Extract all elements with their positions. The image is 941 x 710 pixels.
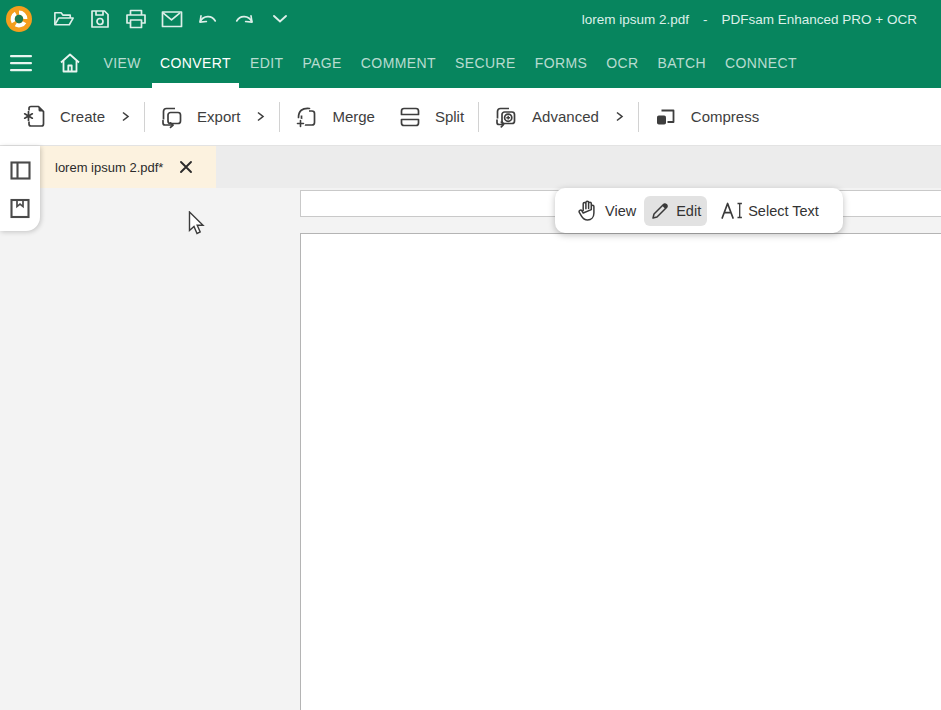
- menu-item-page[interactable]: PAGE: [294, 38, 349, 88]
- mail-icon[interactable]: [160, 5, 184, 33]
- export-button[interactable]: Export: [159, 104, 265, 130]
- view-mode-button[interactable]: View: [571, 194, 642, 227]
- advanced-label: Advanced: [532, 108, 599, 125]
- title-separator: -: [703, 12, 708, 27]
- menu-items: VIEW CONVERT EDIT PAGE COMMENT SECURE FO…: [94, 38, 807, 88]
- create-submenu-chevron-icon: [121, 110, 130, 123]
- bookmark-icon[interactable]: [9, 197, 31, 219]
- document-title: lorem ipsum 2.pdf: [582, 12, 689, 27]
- advanced-icon: [493, 104, 520, 130]
- print-icon[interactable]: [124, 5, 148, 33]
- advanced-submenu-chevron-icon: [615, 110, 624, 123]
- viewer-mode-toolbar: View Edit Select Text: [555, 188, 843, 233]
- panels-icon[interactable]: [9, 160, 31, 182]
- app-name: PDFsam Enhanced PRO + OCR: [722, 12, 917, 27]
- menu-item-convert[interactable]: CONVERT: [152, 38, 239, 88]
- compress-icon: [653, 104, 679, 130]
- export-label: Export: [197, 108, 240, 125]
- undo-icon[interactable]: [196, 5, 220, 33]
- action-toolbar: Create Export Merge Split: [0, 88, 941, 146]
- open-folder-icon[interactable]: [52, 5, 76, 33]
- select-text-label: Select Text: [748, 203, 819, 219]
- save-icon[interactable]: [88, 5, 112, 33]
- menu-item-edit[interactable]: EDIT: [242, 38, 292, 88]
- toolbar-separator: [478, 102, 479, 132]
- toolbar-separator: [638, 102, 639, 132]
- document-tab[interactable]: lorem ipsum 2.pdf*: [38, 146, 216, 188]
- menu-item-forms[interactable]: FORMS: [527, 38, 596, 88]
- edit-mode-label: Edit: [676, 203, 701, 219]
- hamburger-menu-icon[interactable]: [5, 38, 37, 88]
- toolbar-separator: [279, 102, 280, 132]
- menu-item-comment[interactable]: COMMENT: [353, 38, 444, 88]
- select-text-icon: [721, 202, 744, 219]
- create-label: Create: [60, 108, 105, 125]
- menu-item-connect[interactable]: CONNECT: [717, 38, 805, 88]
- document-tab-bar: lorem ipsum 2.pdf*: [0, 146, 941, 188]
- chevron-down-icon[interactable]: [268, 5, 292, 33]
- main-area: View Edit Select Text: [0, 188, 941, 710]
- export-icon: [159, 104, 185, 130]
- menu-item-ocr[interactable]: OCR: [598, 38, 646, 88]
- pdfsam-logo: [5, 5, 33, 33]
- window-title: lorem ipsum 2.pdf - PDFsam Enhanced PRO …: [582, 0, 917, 38]
- merge-icon: [294, 104, 320, 130]
- home-icon[interactable]: [54, 38, 86, 88]
- side-panel: [0, 146, 40, 231]
- tab-title: lorem ipsum 2.pdf*: [55, 160, 163, 175]
- hand-icon: [577, 199, 598, 222]
- compress-button[interactable]: Compress: [653, 104, 759, 130]
- compress-label: Compress: [691, 108, 759, 125]
- view-mode-label: View: [605, 203, 636, 219]
- pencil-icon: [650, 201, 670, 221]
- merge-button[interactable]: Merge: [294, 104, 375, 130]
- tab-close-icon[interactable]: [177, 158, 195, 176]
- split-button[interactable]: Split: [397, 104, 464, 130]
- menu-bar: VIEW CONVERT EDIT PAGE COMMENT SECURE FO…: [0, 38, 941, 88]
- select-text-button[interactable]: Select Text: [715, 197, 825, 224]
- document-page: [300, 233, 941, 710]
- menu-item-secure[interactable]: SECURE: [447, 38, 524, 88]
- title-bar: lorem ipsum 2.pdf - PDFsam Enhanced PRO …: [0, 0, 941, 38]
- menu-item-view[interactable]: VIEW: [96, 38, 149, 88]
- merge-label: Merge: [332, 108, 375, 125]
- toolbar-separator: [144, 102, 145, 132]
- split-icon: [397, 104, 423, 130]
- create-button[interactable]: Create: [22, 103, 130, 130]
- menu-item-batch[interactable]: BATCH: [650, 38, 714, 88]
- create-icon: [22, 103, 48, 130]
- mouse-cursor: [188, 211, 208, 237]
- edit-mode-button[interactable]: Edit: [644, 196, 707, 226]
- export-submenu-chevron-icon: [256, 110, 265, 123]
- redo-icon[interactable]: [232, 5, 256, 33]
- advanced-button[interactable]: Advanced: [493, 104, 624, 130]
- split-label: Split: [435, 108, 464, 125]
